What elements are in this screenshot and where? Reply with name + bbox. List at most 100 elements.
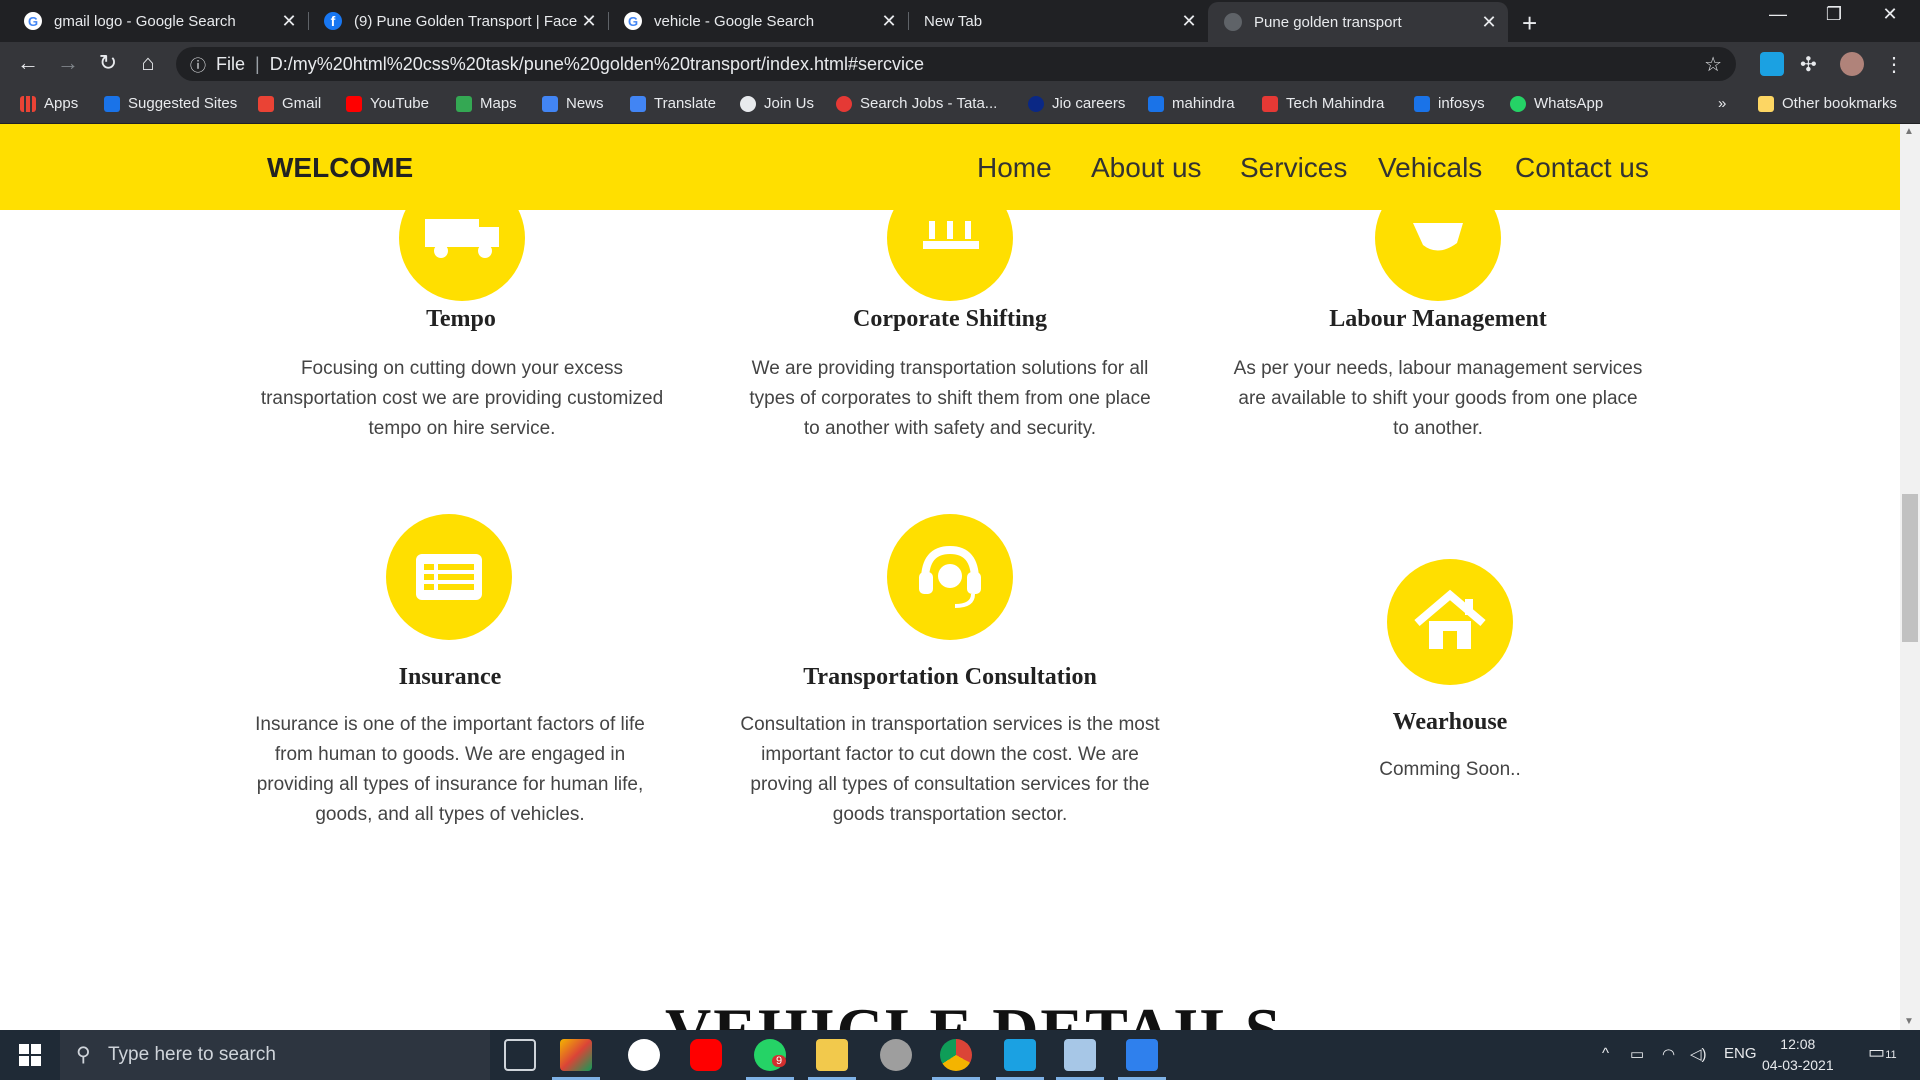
desc-line: to another with safety and security. bbox=[803, 418, 1097, 439]
tab-vehicle-search[interactable]: G vehicle - Google Search ✕ bbox=[608, 0, 908, 42]
tab-gmail-logo-search[interactable]: G gmail logo - Google Search ✕ bbox=[8, 0, 308, 42]
bookmarks-overflow-button[interactable]: » bbox=[1718, 95, 1726, 112]
app-launcher-icon[interactable] bbox=[560, 1039, 592, 1071]
bookmark-maps[interactable]: Maps bbox=[456, 95, 517, 112]
taskbar-search-input[interactable]: ⚲ Type here to search bbox=[60, 1030, 490, 1080]
back-icon[interactable]: ← bbox=[12, 50, 44, 76]
close-icon[interactable]: ✕ bbox=[878, 11, 900, 32]
service-desc-tempo: Focusing on cutting down your excess tra… bbox=[222, 354, 702, 444]
nav-home[interactable]: Home bbox=[977, 152, 1052, 184]
nav-contact-us[interactable]: Contact us bbox=[1515, 152, 1649, 184]
bookmark-star-icon[interactable]: ☆ bbox=[1704, 52, 1722, 77]
scrollbar-thumb[interactable] bbox=[1902, 494, 1918, 642]
url-separator: | bbox=[255, 53, 260, 74]
bookmark-tech-mahindra[interactable]: Tech Mahindra bbox=[1262, 95, 1384, 112]
oracle-icon bbox=[836, 95, 852, 112]
menu-kebab-icon[interactable]: ⋮ bbox=[1882, 52, 1906, 76]
tab-new-tab[interactable]: New Tab ✕ bbox=[908, 0, 1208, 42]
bookmark-join-us[interactable]: Join Us bbox=[740, 95, 814, 112]
bookmark-mahindra[interactable]: mahindra bbox=[1148, 95, 1235, 112]
windows-start-button[interactable] bbox=[0, 1030, 60, 1080]
section-heading-vehicle-details: VEHICLE DETAILS bbox=[665, 994, 1282, 1030]
bookmark-label: Search Jobs - Tata... bbox=[860, 95, 998, 112]
desc-line: from human to goods. We are engaged in bbox=[274, 744, 626, 765]
site-brand[interactable]: WELCOME bbox=[267, 152, 413, 184]
other-bookmarks[interactable]: Other bookmarks bbox=[1758, 95, 1897, 112]
bookmark-news[interactable]: News bbox=[542, 95, 604, 112]
bookmark-label: Tech Mahindra bbox=[1286, 95, 1385, 112]
address-bar[interactable]: ⓘ File | D:/my%20html%20css%20task/pune%… bbox=[176, 47, 1736, 81]
desc-line: important factor to cut down the cost. W… bbox=[761, 744, 1139, 765]
volume-icon[interactable]: ◁) bbox=[1690, 1045, 1707, 1063]
paint-icon[interactable] bbox=[1064, 1039, 1096, 1071]
close-icon[interactable]: ✕ bbox=[578, 11, 600, 32]
service-desc-corporate-shifting: We are providing transportation solution… bbox=[710, 354, 1190, 444]
remote-desktop-icon[interactable] bbox=[1004, 1039, 1036, 1071]
search-icon: ⚲ bbox=[76, 1044, 91, 1066]
bookmark-jio-careers[interactable]: Jio careers bbox=[1028, 95, 1125, 112]
desc-line: We are providing transportation solution… bbox=[751, 358, 1149, 379]
chrome-icon[interactable] bbox=[940, 1039, 972, 1071]
url-text[interactable]: D:/my%20html%20css%20task/pune%20golden%… bbox=[270, 54, 924, 75]
youtube-icon[interactable] bbox=[690, 1039, 722, 1071]
reload-icon[interactable]: ↻ bbox=[92, 50, 124, 76]
bookmark-translate[interactable]: Translate bbox=[630, 95, 716, 112]
extension-icon[interactable] bbox=[1760, 52, 1784, 76]
notification-center-icon[interactable]: ▭ 11 bbox=[1868, 1042, 1897, 1063]
scroll-up-icon[interactable]: ▲ bbox=[1904, 126, 1914, 137]
info-icon[interactable]: ⓘ bbox=[190, 52, 206, 76]
window-close-icon[interactable]: ✕ bbox=[1862, 4, 1918, 25]
close-icon[interactable]: ✕ bbox=[278, 11, 300, 32]
bookmark-infosys[interactable]: infosys bbox=[1414, 95, 1485, 112]
language-indicator[interactable]: ENG bbox=[1724, 1045, 1757, 1062]
system-clock[interactable]: 12:08 04-03-2021 bbox=[1762, 1034, 1834, 1076]
nav-about-us[interactable]: About us bbox=[1091, 152, 1202, 184]
infosys-icon bbox=[1414, 95, 1430, 112]
bookmark-gmail[interactable]: Gmail bbox=[258, 95, 321, 112]
url-scheme-label: File bbox=[216, 53, 246, 74]
instagram-icon[interactable] bbox=[628, 1039, 660, 1071]
bookmark-apps[interactable]: Apps bbox=[20, 95, 78, 112]
close-icon[interactable]: ✕ bbox=[1478, 12, 1500, 33]
task-view-icon[interactable] bbox=[504, 1039, 536, 1071]
tab-title: gmail logo - Google Search bbox=[54, 12, 236, 30]
nav-services[interactable]: Services bbox=[1240, 152, 1347, 184]
whatsapp-icon[interactable]: 9 bbox=[754, 1039, 787, 1071]
tab-pune-golden-transport[interactable]: Pune golden transport ✕ bbox=[1208, 2, 1508, 42]
bookmarks-bar: Apps Suggested Sites Gmail YouTube Maps … bbox=[0, 86, 1920, 124]
service-title-labour-management: Labour Management bbox=[1329, 306, 1547, 332]
wifi-icon[interactable]: ◠ bbox=[1662, 1045, 1675, 1063]
google-icon: G bbox=[24, 12, 42, 30]
close-icon[interactable]: ✕ bbox=[1178, 11, 1200, 32]
tab-title: (9) Pune Golden Transport | Facel bbox=[354, 12, 578, 30]
bookmark-suggested-sites[interactable]: Suggested Sites bbox=[104, 95, 237, 112]
bookmark-whatsapp[interactable]: WhatsApp bbox=[1510, 95, 1603, 112]
photos-icon[interactable] bbox=[1126, 1039, 1158, 1071]
desc-line: proving all types of consultation servic… bbox=[750, 774, 1150, 795]
tab-facebook[interactable]: f (9) Pune Golden Transport | Facel ✕ bbox=[308, 0, 608, 42]
restore-icon[interactable]: ❐ bbox=[1806, 4, 1862, 25]
bookmark-label: YouTube bbox=[370, 95, 429, 112]
minimize-icon[interactable]: — bbox=[1750, 4, 1806, 25]
puzzle-icon[interactable]: ✣ bbox=[1800, 52, 1824, 76]
forward-icon[interactable]: → bbox=[52, 50, 84, 76]
bookmark-youtube[interactable]: YouTube bbox=[346, 95, 429, 112]
battery-icon[interactable]: ▭ bbox=[1630, 1045, 1644, 1063]
web-page: WELCOME Home About us Services Vehicals … bbox=[0, 124, 1920, 1030]
folder-icon bbox=[1758, 95, 1774, 112]
avatar[interactable] bbox=[1840, 52, 1864, 76]
bookmark-search-jobs-tata[interactable]: Search Jobs - Tata... bbox=[836, 95, 997, 112]
file-explorer-icon[interactable] bbox=[816, 1039, 848, 1071]
windows-logo-icon bbox=[19, 1044, 41, 1066]
desc-line: are available to shift your goods from o… bbox=[1238, 388, 1638, 409]
nav-vehicals[interactable]: Vehicals bbox=[1378, 152, 1482, 184]
news-icon bbox=[542, 95, 558, 112]
scroll-down-icon[interactable]: ▼ bbox=[1904, 1016, 1914, 1027]
new-tab-button[interactable]: + bbox=[1522, 8, 1537, 39]
clock-date: 04-03-2021 bbox=[1762, 1057, 1834, 1073]
tray-chevron-icon[interactable]: ^ bbox=[1602, 1045, 1609, 1062]
app-icon[interactable] bbox=[880, 1039, 912, 1071]
desc-line: Insurance is one of the important factor… bbox=[255, 714, 645, 735]
home-icon[interactable]: ⌂ bbox=[132, 50, 164, 76]
facebook-icon: f bbox=[324, 12, 342, 30]
